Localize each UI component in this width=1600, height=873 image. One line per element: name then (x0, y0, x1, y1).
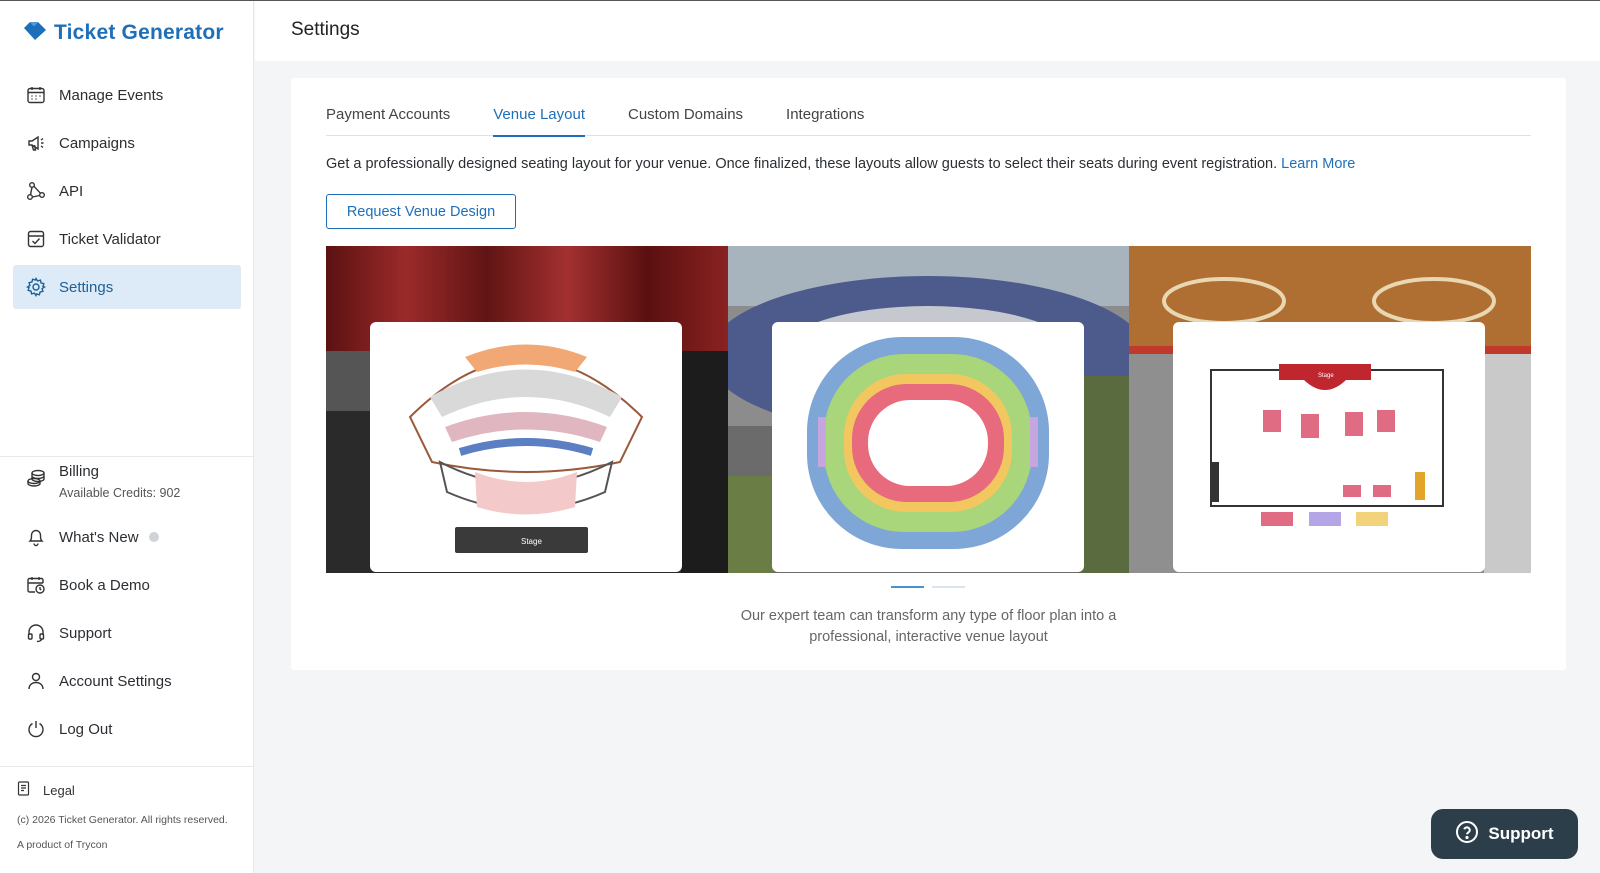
document-icon (17, 781, 31, 800)
ticket-check-icon (25, 228, 47, 250)
learn-more-link[interactable]: Learn More (1281, 156, 1355, 172)
carousel-pagination (891, 586, 965, 588)
sidebar-item-whats-new[interactable]: What's New (13, 515, 241, 559)
sidebar-item-campaigns[interactable]: Campaigns (13, 121, 241, 165)
banquet-floor-plan: Stage (1210, 364, 1445, 526)
theater-layout-panel: Stage (370, 322, 682, 572)
slide-stadium (727, 246, 1130, 573)
calendar-icon (25, 84, 47, 106)
sidebar-item-label: Ticket Validator (59, 230, 161, 248)
sidebar-item-label: Campaigns (59, 134, 135, 152)
stadium-layout-panel (771, 322, 1084, 572)
sidebar-item-settings[interactable]: Settings (13, 265, 241, 309)
copyright-text: (c) 2026 Ticket Generator. All rights re… (17, 814, 228, 826)
power-icon (25, 718, 47, 740)
megaphone-icon (25, 132, 47, 154)
sidebar-divider (0, 456, 254, 457)
banquet-stage-label: Stage (1318, 373, 1334, 379)
sidebar-item-label: Book a Demo (59, 576, 150, 594)
banquet-layout-panel: Stage (1173, 322, 1486, 572)
sidebar-item-book-a-demo[interactable]: Book a Demo (13, 563, 241, 607)
theater-stage-label: Stage (521, 537, 542, 546)
headset-icon (25, 622, 47, 644)
user-icon (25, 670, 47, 692)
app-name: Ticket Generator (54, 20, 224, 44)
stadium-seating-map (806, 337, 1049, 549)
description-text: Get a professionally designed seating la… (326, 156, 1278, 172)
venue-layout-carousel[interactable]: Stage Stage (326, 246, 1531, 573)
ticket-logo-icon (22, 19, 48, 46)
sidebar-item-label: Manage Events (59, 86, 164, 104)
billing-label: Billing (59, 463, 100, 480)
coins-stack-icon (25, 467, 47, 489)
settings-tabs: Payment Accounts Venue Layout Custom Dom… (326, 106, 1531, 137)
caption-line-1: Our expert team can transform any type o… (740, 608, 1117, 624)
sidebar-item-label: What's New (59, 528, 139, 546)
sidebar-item-label: Account Settings (59, 672, 172, 690)
venue-layout-description: Get a professionally designed seating la… (326, 156, 1355, 172)
slide-theater: Stage (326, 246, 728, 573)
sidebar-item-label: API (59, 182, 84, 200)
sidebar-item-label: Settings (59, 278, 114, 296)
sidebar-item-billing[interactable]: Billing Available Credits: 902 (13, 459, 241, 511)
carousel-caption: Our expert team can transform any type o… (291, 606, 1566, 648)
legal-label: Legal (43, 783, 75, 798)
caption-line-2: professional, interactive venue layout (809, 629, 1048, 645)
sidebar-footer: Legal (c) 2026 Ticket Generator. All rig… (17, 781, 247, 851)
request-venue-design-button[interactable]: Request Venue Design (326, 194, 516, 229)
carousel-dot-active[interactable] (891, 586, 924, 588)
tab-venue-layout[interactable]: Venue Layout (493, 106, 585, 137)
tab-integrations[interactable]: Integrations (786, 106, 864, 136)
sidebar-item-manage-events[interactable]: Manage Events (13, 73, 241, 117)
gear-icon (25, 276, 47, 298)
support-chat-label: Support (1488, 824, 1554, 843)
sidebar-item-support[interactable]: Support (13, 611, 241, 655)
sidebar-item-ticket-validator[interactable]: Ticket Validator (13, 217, 241, 261)
theater-seating-map: Stage (408, 344, 644, 553)
product-by-text: A product of Trycon (17, 839, 108, 851)
main-nav: Manage Events Campaigns API Ticket Valid… (13, 73, 241, 313)
bell-icon (25, 526, 47, 548)
app-logo[interactable]: Ticket Generator (22, 19, 224, 46)
sidebar-item-label: Support (59, 624, 112, 642)
carousel-dot[interactable] (932, 586, 965, 588)
tab-payment-accounts[interactable]: Payment Accounts (326, 106, 450, 136)
sidebar-item-log-out[interactable]: Log Out (13, 707, 241, 751)
api-nodes-icon (25, 180, 47, 202)
slide-banquet: Stage (1129, 246, 1531, 573)
tab-custom-domains[interactable]: Custom Domains (628, 106, 743, 136)
venue-layout-card: Payment Accounts Venue Layout Custom Dom… (291, 78, 1566, 670)
page-header: Settings (255, 1, 1600, 61)
legal-link[interactable]: Legal (17, 781, 247, 800)
help-circle-icon (1455, 820, 1479, 849)
sidebar-item-label: Log Out (59, 720, 113, 738)
secondary-nav: Billing Available Credits: 902 What's Ne… (13, 459, 241, 755)
sidebar-item-account-settings[interactable]: Account Settings (13, 659, 241, 703)
support-chat-button[interactable]: Support (1431, 809, 1578, 859)
available-credits: Available Credits: 902 (59, 486, 181, 500)
sidebar: Ticket Generator Manage Events Campaigns… (0, 1, 254, 873)
calendar-clock-icon (25, 574, 47, 596)
sidebar-footer-divider (0, 766, 254, 767)
sidebar-item-api[interactable]: API (13, 169, 241, 213)
page-title: Settings (291, 19, 360, 40)
notification-dot (148, 532, 159, 542)
